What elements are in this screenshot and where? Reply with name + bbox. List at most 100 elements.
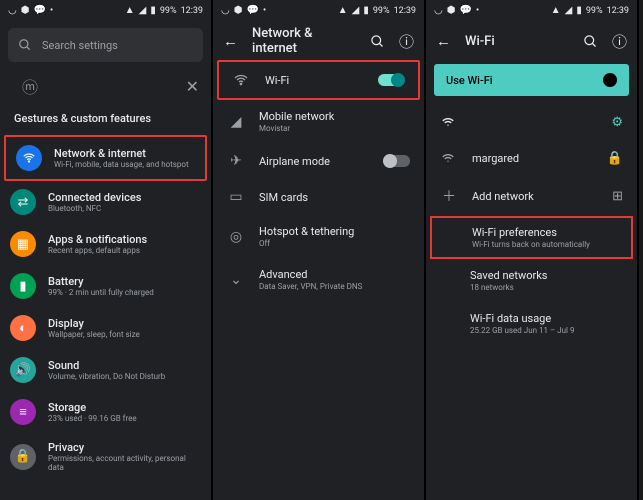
row-wifi-preferences[interactable]: Wi-Fi preferences Wi-Fi turns back on au…: [430, 216, 633, 259]
item-sub: Wallpaper, sleep, font size: [48, 331, 140, 340]
item-sub: Volume, vibration, Do Not Disturb: [48, 373, 165, 382]
item-sub: Permissions, account activity, personal …: [48, 455, 201, 473]
devices-icon: ⇄: [10, 189, 36, 215]
search-settings-input[interactable]: Search settings: [8, 28, 203, 62]
item-sub: 99% · 2 min until fully charged: [48, 289, 154, 298]
item-sound[interactable]: 🔊 SoundVolume, vibration, Do Not Disturb: [0, 349, 211, 391]
section-gestures[interactable]: Gestures & custom features: [0, 104, 211, 135]
close-icon[interactable]: ✕: [186, 77, 199, 96]
row-hotspot[interactable]: ◎ Hotspot & tetheringOff: [213, 215, 424, 258]
item-connected-devices[interactable]: ⇄ Connected devicesBluetooth, NFC: [0, 181, 211, 223]
row-title: Mobile network: [259, 110, 334, 123]
wifi-icon: [440, 150, 458, 166]
row-advanced[interactable]: ⌄ AdvancedData Saver, VPN, Private DNS: [213, 258, 424, 301]
row-sub: Data Saver, VPN, Private DNS: [259, 282, 362, 291]
qr-icon[interactable]: ⊞: [612, 189, 623, 204]
signal-icon: ◢: [139, 6, 147, 16]
item-privacy[interactable]: 🔒 PrivacyPermissions, account activity, …: [0, 433, 211, 481]
row-title: Wi-Fi data usage: [470, 312, 574, 325]
row-sub: Movistar: [259, 124, 334, 133]
row-sub: 25.22 GB used Jun 11 – Jul 9: [470, 326, 574, 335]
item-battery[interactable]: ▮ Battery99% · 2 min until fully charged: [0, 265, 211, 307]
clock: 12:39: [607, 6, 629, 16]
row-sub: 18 networks: [470, 283, 547, 292]
item-sub: Bluetooth, NFC: [48, 205, 141, 214]
battery-icon: ▮: [150, 6, 156, 16]
battery-pct: 99%: [373, 6, 390, 16]
item-sub: Recent apps, default apps: [48, 247, 147, 256]
item-sub: 23% used · 99.16 GB free: [48, 415, 137, 424]
chat-icon: 💬: [33, 6, 45, 16]
item-title: Display: [48, 317, 140, 330]
row-title: Advanced: [259, 268, 362, 281]
search-icon[interactable]: [370, 34, 385, 49]
use-wifi-toggle[interactable]: Use Wi-Fi: [434, 64, 629, 96]
wifi-icon: [16, 145, 42, 171]
wifi-toggle[interactable]: [378, 74, 404, 86]
app-bar: ← Wi-Fi ⓘ: [426, 22, 637, 60]
back-icon[interactable]: ←: [223, 32, 238, 50]
status-bar: ◡ ⬢ 💬 • ▲ ◢ ▮ 99% 12:39: [0, 0, 211, 22]
clock: 12:39: [181, 6, 203, 16]
settings-root-panel: ◡ ⬢ 💬 • ▲ ◢ ▮ 99% 12:39 Search settings …: [0, 0, 213, 500]
row-sim-cards[interactable]: ▭ SIM cards: [213, 179, 424, 215]
item-title: Connected devices: [48, 191, 141, 204]
network-internet-panel: ◡⬢💬• ▲◢▮99%12:39 ← Network & internet ⓘ …: [213, 0, 426, 500]
row-saved-networks[interactable]: Saved networks 18 networks: [426, 259, 637, 302]
row-wifi-data-usage[interactable]: Wi-Fi data usage 25.22 GB used Jun 11 – …: [426, 302, 637, 345]
brand-row: ⓜ ✕: [0, 68, 211, 104]
item-title: Network & internet: [54, 147, 189, 160]
row-title: Add network: [472, 190, 534, 203]
apps-icon: ▦: [10, 231, 36, 257]
row-title: Wi-Fi preferences: [472, 226, 590, 239]
gear-icon[interactable]: ⚙: [611, 115, 623, 130]
airplane-icon: ✈: [227, 153, 245, 169]
row-title: SIM cards: [259, 191, 308, 204]
dot-icon: •: [50, 6, 53, 16]
item-title: Privacy: [48, 441, 201, 454]
help-icon[interactable]: ⓘ: [612, 31, 627, 52]
row-connected-network[interactable]: ⚙: [426, 104, 637, 140]
item-apps-notifications[interactable]: ▦ Apps & notificationsRecent apps, defau…: [0, 223, 211, 265]
battery-pct: 99%: [586, 6, 603, 16]
plus-icon: ＋: [440, 186, 458, 206]
row-add-network[interactable]: ＋ Add network ⊞: [426, 176, 637, 216]
hotspot-icon: ◎: [227, 229, 245, 245]
airplane-toggle[interactable]: [384, 155, 410, 167]
signal-icon: ◢: [227, 114, 245, 130]
app-bar: ← Network & internet ⓘ: [213, 22, 424, 60]
wifi-icon: ▲: [125, 6, 135, 16]
status-bar: ◡⬢💬• ▲◢▮99%12:39: [213, 0, 424, 22]
search-icon[interactable]: [583, 34, 598, 49]
status-bar: ◡⬢💬• ▲◢▮99%12:39: [426, 0, 637, 22]
battery-pct: 99%: [160, 6, 177, 16]
privacy-icon: 🔒: [10, 444, 36, 470]
item-network-internet[interactable]: Network & internet Wi-Fi, mobile, data u…: [4, 135, 207, 181]
row-sub: Off: [259, 239, 354, 248]
back-icon[interactable]: ←: [436, 32, 451, 50]
row-airplane-mode[interactable]: ✈ Airplane mode: [213, 143, 424, 179]
help-icon[interactable]: ⓘ: [399, 31, 414, 52]
use-wifi-label: Use Wi-Fi: [446, 74, 493, 87]
row-network-margared[interactable]: margared 🔒: [426, 140, 637, 176]
item-display[interactable]: ◐ DisplayWallpaper, sleep, font size: [0, 307, 211, 349]
display-icon: ◐: [10, 315, 36, 341]
item-title: Apps & notifications: [48, 233, 147, 246]
row-mobile-network[interactable]: ◢ Mobile networkMovistar: [213, 100, 424, 143]
storage-icon: ≡: [10, 399, 36, 425]
row-title: Saved networks: [470, 269, 547, 282]
wifi-panel: ◡⬢💬• ▲◢▮99%12:39 ← Wi-Fi ⓘ Use Wi-Fi ⚙ m…: [426, 0, 639, 500]
motorola-logo-icon: ⓜ: [22, 74, 38, 98]
app-icon: ⬢: [21, 6, 30, 16]
sound-icon: 🔊: [10, 357, 36, 383]
item-title: Battery: [48, 275, 154, 288]
wifi-icon: [233, 72, 251, 88]
item-title: Sound: [48, 359, 165, 372]
lock-icon: 🔒: [607, 151, 623, 166]
row-sub: Wi-Fi turns back on automatically: [472, 240, 590, 249]
row-title: Airplane mode: [259, 155, 330, 168]
row-wifi[interactable]: Wi-Fi: [217, 60, 420, 100]
wifi-icon: [440, 114, 458, 130]
item-storage[interactable]: ≡ Storage23% used · 99.16 GB free: [0, 391, 211, 433]
network-name: margared: [472, 152, 519, 165]
